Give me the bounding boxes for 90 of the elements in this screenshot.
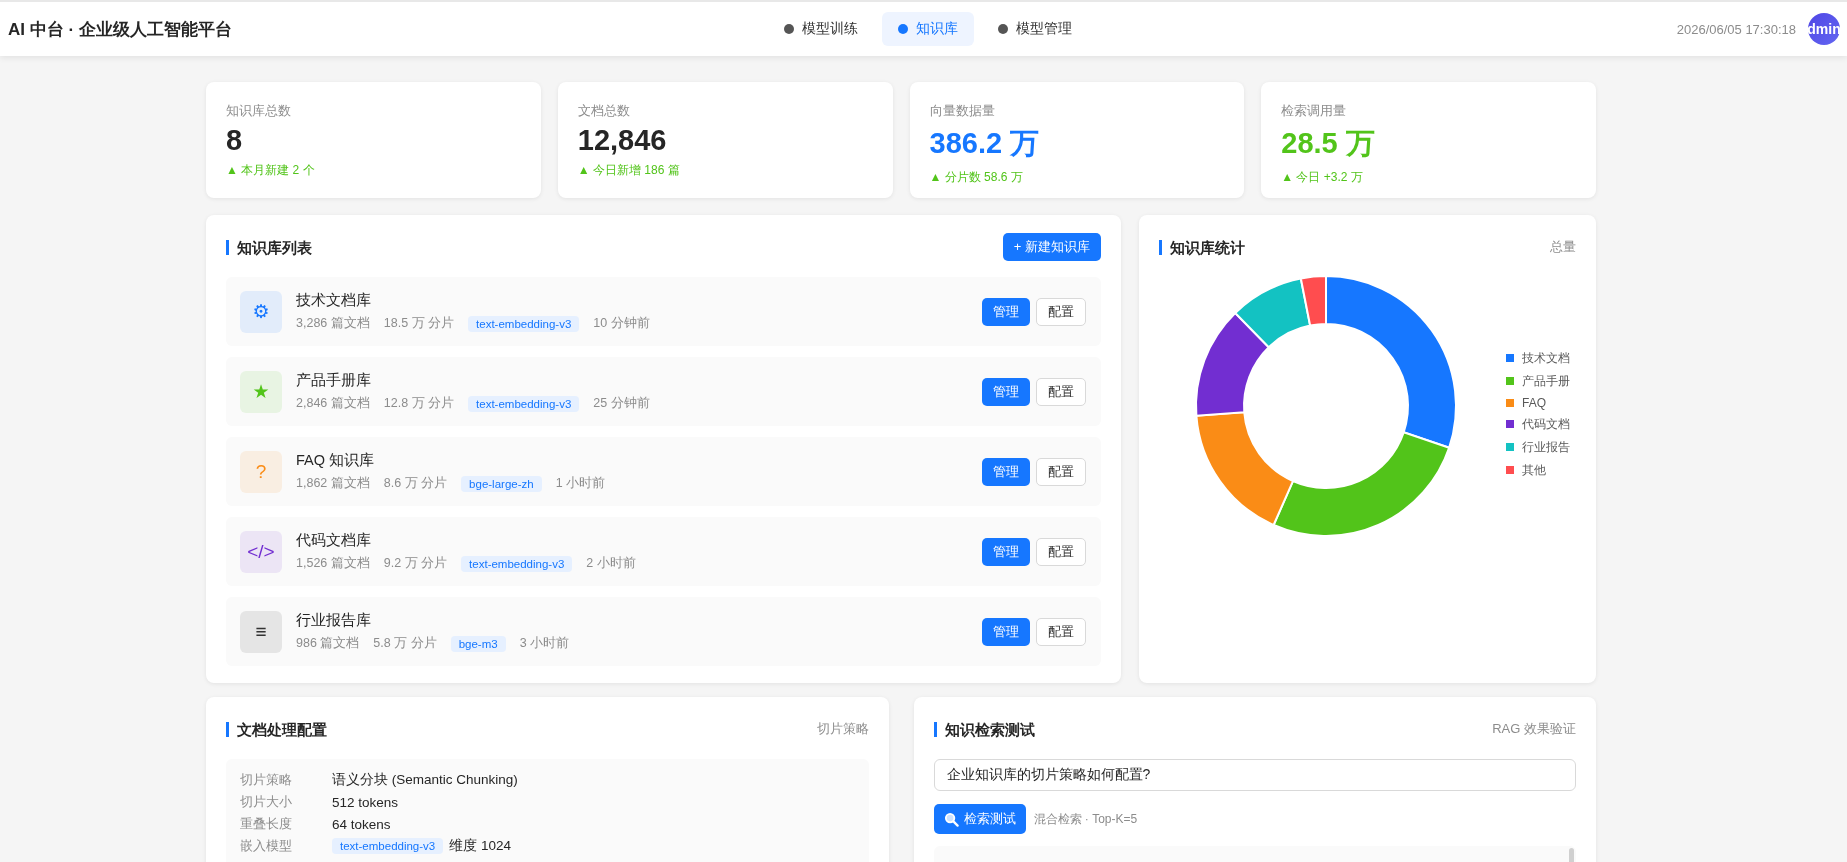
search-test-button[interactable]: 检索测试: [933, 804, 1026, 834]
kb-row[interactable]: ★ 产品手册库 2,846 篇文档 12.8 万 分片 text-embedding-v3 25 分钟前 管理 配置: [226, 357, 1101, 426]
stat-delta: ▲ 今日新增 186 篇: [577, 162, 681, 179]
config-label: 嵌入模型: [240, 837, 293, 855]
model-tag: bge-m3: [450, 635, 506, 652]
stat-delta: ▲ 分片数 58.6 万: [929, 169, 1024, 186]
chunk-count: 8.6 万 分片: [383, 475, 448, 492]
kb-icon: ?: [240, 450, 282, 493]
user-avatar[interactable]: dmin: [1808, 13, 1840, 45]
section-note: RAG 效果验证: [1492, 720, 1576, 738]
updated-time: 1 小时前: [555, 475, 606, 492]
section-note: 总量: [1550, 238, 1576, 256]
config-button[interactable]: 配置: [1036, 377, 1086, 406]
stat-label: 向量数据量: [929, 102, 996, 120]
config-value: 64 tokens: [332, 816, 391, 832]
kb-row[interactable]: </> 代码文档库 1,526 篇文档 9.2 万 分片 text-embedding-v3 2 小时前 管理 配置: [226, 517, 1101, 586]
config-label: 重叠长度: [240, 815, 293, 833]
kb-icon: </>: [240, 530, 282, 573]
kb-row[interactable]: ? FAQ 知识库 1,862 篇文档 8.6 万 分片 bge-large-zh 1 小时前 管理 配置: [226, 437, 1101, 506]
nav-tab[interactable]: 模型管理: [981, 12, 1088, 46]
updated-time: 3 小时前: [519, 635, 570, 652]
search-hint: 混合检索 · Top-K=5: [1033, 810, 1138, 828]
section-note: 切片策略: [816, 720, 869, 738]
section-title: 知识库统计: [1159, 239, 1245, 255]
search-icon: [943, 811, 959, 827]
model-tag: text-embedding-v3: [332, 838, 444, 854]
chunk-count: 12.8 万 分片: [383, 395, 455, 412]
model-tag: text-embedding-v3: [468, 315, 580, 332]
stat-value: 386.2 万: [929, 126, 1041, 161]
chunk-count: 9.2 万 分片: [383, 555, 448, 572]
nav-tab[interactable]: 知识库: [881, 12, 974, 46]
kb-icon: ≡: [240, 610, 282, 653]
config-button[interactable]: 配置: [1036, 537, 1086, 566]
config-button[interactable]: 配置: [1036, 617, 1086, 646]
kb-icon: ⚙: [240, 290, 282, 333]
datetime: 2026/06/05 17:30:18: [1676, 21, 1796, 37]
doc-count: 1,526 篇文档: [296, 555, 370, 572]
manage-button[interactable]: 管理: [982, 377, 1030, 406]
stat-label: 检索调用量: [1281, 102, 1348, 120]
kb-name: 行业报告库: [296, 611, 372, 630]
doc-count: 3,286 篇文档: [296, 315, 370, 332]
section-title: 知识检索测试: [933, 721, 1035, 737]
doc-count: 1,862 篇文档: [296, 475, 370, 492]
nav-tab[interactable]: 模型训练: [767, 12, 874, 46]
updated-time: 10 分钟前: [593, 315, 650, 332]
model-tag: bge-large-zh: [461, 475, 542, 492]
manage-button[interactable]: 管理: [982, 617, 1030, 646]
kb-icon: ★: [240, 370, 282, 413]
legend-label: 技术文档: [1522, 349, 1570, 367]
config-label: 切片策略: [240, 771, 293, 789]
legend-label: FAQ: [1522, 395, 1546, 410]
section-title: 知识库列表: [226, 239, 312, 255]
query-input[interactable]: 企业知识库的切片策略如何配置?: [933, 759, 1576, 791]
config-label: 切片大小: [240, 793, 293, 811]
stat-delta: ▲ 今日 +3.2 万: [1281, 169, 1364, 186]
config-value: 512 tokens: [332, 794, 399, 810]
doc-count: 2,846 篇文档: [296, 395, 370, 412]
updated-time: 25 分钟前: [593, 395, 650, 412]
kb-name: 技术文档库: [296, 291, 372, 310]
kb-name: 产品手册库: [296, 371, 372, 390]
chunk-count: 5.8 万 分片: [373, 635, 437, 652]
model-tag: text-embedding-v3: [461, 555, 573, 572]
stat-label: 知识库总数: [226, 102, 292, 120]
legend-label: 行业报告: [1522, 438, 1570, 456]
updated-time: 2 小时前: [586, 555, 636, 572]
legend-label: 其他: [1522, 461, 1546, 479]
model-tag: text-embedding-v3: [468, 395, 580, 412]
section-title: 文档处理配置: [226, 721, 327, 737]
stat-label: 文档总数: [577, 102, 631, 120]
app-title: AI 中台 · 企业级人工智能平台: [8, 18, 233, 41]
legend-label: 产品手册: [1522, 372, 1570, 390]
config-button[interactable]: 配置: [1036, 297, 1086, 326]
stat-value: 12,846: [577, 124, 668, 157]
kb-name: FAQ 知识库: [296, 451, 376, 470]
config-value: 语义分块 (Semantic Chunking): [332, 771, 518, 789]
legend-label: 代码文档: [1522, 415, 1570, 433]
doc-count: 986 篇文档: [296, 635, 360, 652]
new-kb-button[interactable]: + 新建知识库: [1002, 233, 1101, 261]
kb-row[interactable]: ≡ 行业报告库 986 篇文档 5.8 万 分片 bge-m3 3 小时前 管理 配置: [226, 597, 1101, 666]
manage-button[interactable]: 管理: [982, 297, 1030, 326]
chunk-count: 18.5 万 分片: [383, 315, 455, 332]
kb-name: 代码文档库: [296, 531, 372, 550]
config-value: 维度 1024: [449, 837, 512, 855]
config-button[interactable]: 配置: [1036, 457, 1086, 486]
manage-button[interactable]: 管理: [982, 457, 1030, 486]
stat-value: 8: [226, 124, 244, 157]
kb-row[interactable]: ⚙ 技术文档库 3,286 篇文档 18.5 万 分片 text-embedding-v3 10 分钟前 管理 配置: [226, 277, 1101, 346]
stat-delta: ▲ 本月新建 2 个: [226, 162, 316, 179]
manage-button[interactable]: 管理: [982, 537, 1030, 566]
stat-value: 28.5 万: [1281, 126, 1376, 161]
